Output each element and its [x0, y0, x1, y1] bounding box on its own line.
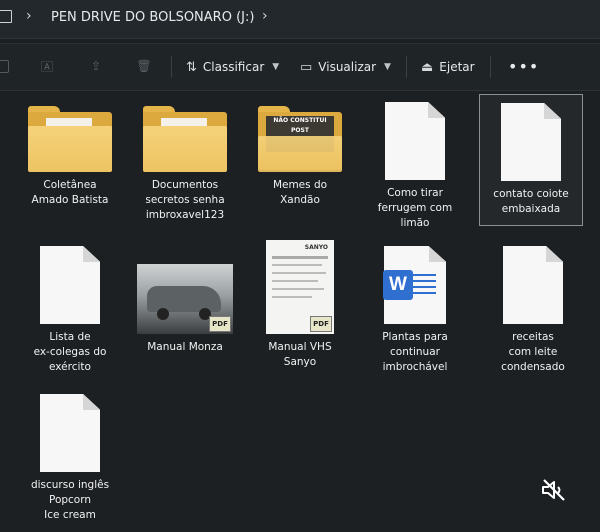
file-item[interactable]: receitas com leite condensado: [479, 246, 587, 375]
sort-label: Classificar: [202, 60, 265, 74]
file-label: Lista de ex-colegas do exército: [33, 331, 107, 373]
file-label: Manual VHS Sanyo: [268, 341, 332, 368]
folder-icon: [143, 106, 227, 172]
share-icon[interactable]: ⇪: [89, 59, 103, 73]
breadcrumb-chevron-icon[interactable]: ›: [262, 8, 268, 24]
breadcrumb-chevron-icon[interactable]: ›: [26, 8, 32, 24]
sort-icon: ⇅: [186, 59, 197, 75]
file-label: contato coiote embaixada: [493, 188, 569, 215]
word-icon: W: [383, 270, 413, 300]
delete-icon[interactable]: 🗑: [136, 59, 151, 73]
document-icon: [503, 246, 563, 324]
file-item-selected[interactable]: contato coiote embaixada: [479, 94, 583, 226]
file-item[interactable]: Lista de ex-colegas do exército: [16, 246, 124, 375]
address-bar: › PEN DRIVE DO BOLSONARO (J:) ›: [0, 0, 600, 39]
more-options-button[interactable]: •••: [508, 57, 539, 76]
file-label: Manual Monza: [147, 341, 223, 353]
file-item[interactable]: Coletânea Amado Batista: [16, 106, 124, 208]
file-item[interactable]: W Plantas para continuar imbrochável: [361, 246, 469, 375]
file-item[interactable]: PDF Manual Monza: [131, 264, 239, 355]
file-item[interactable]: Como tirar ferrugem com limão: [361, 102, 469, 231]
file-grid: Coletânea Amado Batista Documentos secre…: [0, 90, 600, 532]
file-label: Plantas para continuar imbrochável: [382, 331, 448, 373]
pdf-badge: PDF: [209, 316, 231, 332]
file-label: Memes do Xandão: [272, 179, 328, 206]
car-image-thumbnail: PDF: [137, 264, 233, 334]
folder-icon: NÃO CONSTITUI POST: [258, 106, 342, 172]
file-item[interactable]: NÃO CONSTITUI POST Memes do Xandão: [246, 106, 354, 208]
command-bar: 🄰 ⇪ 🗑 ⇅ Classificar ▼ ▭ Visualizar ▼ ⏏ E…: [0, 43, 600, 91]
file-item[interactable]: SANYO PDF Manual VHS Sanyo: [246, 240, 354, 370]
this-pc-icon[interactable]: [0, 10, 12, 23]
file-item[interactable]: discurso inglês Popcorn Ice cream: [16, 394, 124, 523]
view-icon: ▭: [300, 59, 313, 75]
view-button[interactable]: ▭ Visualizar ▼: [300, 57, 391, 77]
eject-label: Ejetar: [439, 60, 475, 74]
file-label: Coletânea Amado Batista: [31, 179, 109, 206]
folder-icon: [28, 106, 112, 172]
document-icon: [40, 394, 100, 472]
new-icon[interactable]: [0, 60, 9, 73]
thumbnail-brand: SANYO: [304, 244, 328, 251]
rename-icon[interactable]: 🄰: [40, 59, 54, 74]
file-label: Documentos secretos senha imbroxavel123: [145, 179, 225, 221]
file-item[interactable]: Documentos secretos senha imbroxavel123: [131, 106, 239, 223]
document-icon: [501, 103, 561, 181]
file-label: receitas com leite condensado: [501, 331, 565, 373]
eject-icon: ⏏: [421, 59, 434, 75]
chevron-down-icon: ▼: [272, 62, 280, 72]
file-label: Como tirar ferrugem com limão: [377, 187, 453, 229]
document-icon: [40, 246, 100, 324]
eject-button[interactable]: ⏏ Ejetar: [421, 57, 475, 77]
breadcrumb-drive[interactable]: PEN DRIVE DO BOLSONARO (J:): [51, 10, 254, 25]
manual-thumbnail: SANYO PDF: [266, 240, 334, 334]
sort-button[interactable]: ⇅ Classificar ▼: [186, 57, 279, 77]
document-icon: [385, 102, 445, 180]
pdf-badge: PDF: [310, 316, 332, 332]
view-label: Visualizar: [318, 60, 377, 74]
chevron-down-icon: ▼: [384, 62, 391, 72]
mute-icon[interactable]: [540, 478, 568, 502]
file-label: discurso inglês Popcorn Ice cream: [30, 479, 110, 521]
